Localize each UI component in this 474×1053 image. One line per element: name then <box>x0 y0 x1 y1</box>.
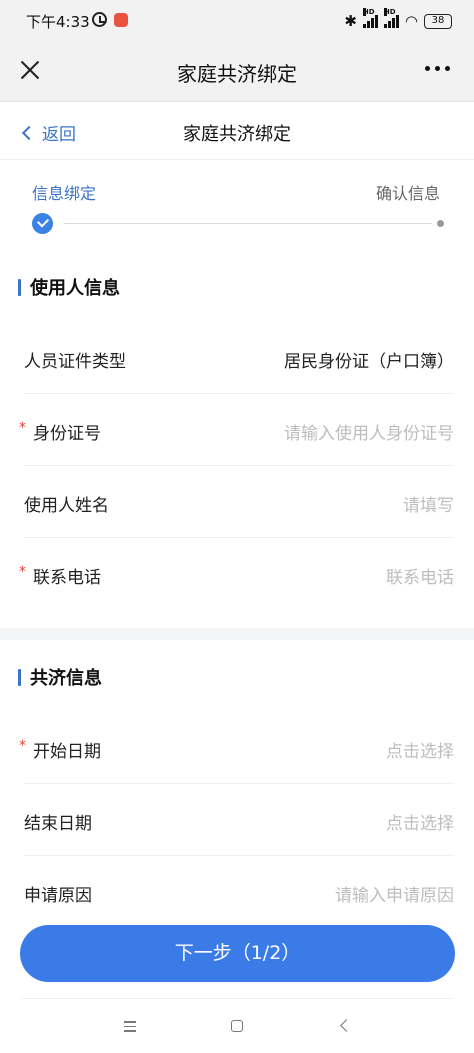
field-label: 人员证件类型 <box>24 352 126 372</box>
more-icon[interactable] <box>425 66 450 71</box>
end-date-row[interactable]: 结束日期 点击选择 <box>24 784 454 856</box>
page-title: 家庭共济绑定 <box>183 124 291 145</box>
title-bar: 家庭共济绑定 <box>0 42 474 102</box>
field-label: 使用人姓名 <box>24 496 109 516</box>
next-step-button[interactable]: 下一步（1/2） <box>20 925 455 982</box>
step-1-label: 信息绑定 <box>32 184 97 203</box>
bottom-divider <box>22 998 452 999</box>
page-header: 返回 家庭共济绑定 <box>0 102 474 160</box>
id-number-input[interactable]: 请输入使用人身份证号 <box>284 419 454 444</box>
required-marker: * <box>19 564 26 580</box>
signal-badge: HD <box>383 8 396 16</box>
wifi-icon: ◠ <box>404 12 418 30</box>
user-name-input[interactable]: 请填写 <box>403 491 454 516</box>
back-icon[interactable] <box>340 1019 353 1032</box>
field-label: 申请原因 <box>24 886 92 906</box>
phone-input[interactable]: 联系电话 <box>386 563 454 588</box>
step-indicator: 信息绑定 确认信息 <box>0 160 474 252</box>
user-info-section: 使用人信息 人员证件类型 居民身份证（户口簿） * 身份证号 请输入使用人身份证… <box>0 252 474 628</box>
id-number-row[interactable]: * 身份证号 请输入使用人身份证号 <box>19 394 454 466</box>
app-notification-icon <box>114 13 128 27</box>
section-title: 共济信息 <box>30 668 102 689</box>
end-date-picker[interactable]: 点击选择 <box>386 809 454 834</box>
section-divider <box>0 628 474 640</box>
section-accent-bar <box>18 668 21 686</box>
field-label: 开始日期 <box>33 742 101 762</box>
status-time: 下午4:33 <box>26 13 90 31</box>
section-heading: 共济信息 <box>18 664 102 690</box>
home-icon[interactable] <box>231 1020 243 1032</box>
id-type-row[interactable]: 人员证件类型 居民身份证（户口簿） <box>24 322 454 394</box>
section-title: 使用人信息 <box>30 278 120 299</box>
start-date-picker[interactable]: 点击选择 <box>386 737 454 762</box>
signal-icon: HD <box>383 8 399 28</box>
step-progress-line <box>64 223 432 224</box>
reason-row[interactable]: 申请原因 请输入申请原因 <box>24 856 454 928</box>
required-marker: * <box>19 738 26 754</box>
system-nav-bar <box>0 1000 474 1053</box>
bluetooth-icon: ✱ <box>344 12 357 30</box>
field-label: 结束日期 <box>24 814 92 834</box>
user-name-row[interactable]: 使用人姓名 请填写 <box>24 466 454 538</box>
signal-badge: HD <box>362 8 375 16</box>
share-info-section: 共济信息 * 开始日期 点击选择 结束日期 点击选择 申请原因 请输入申请原因 <box>0 640 474 920</box>
alarm-icon <box>92 12 107 27</box>
menu-icon[interactable] <box>124 1021 136 1035</box>
field-label: 联系电话 <box>33 568 101 588</box>
step-2-dot <box>437 220 444 227</box>
battery-icon: 38 <box>424 13 452 29</box>
window-title: 家庭共济绑定 <box>177 62 297 86</box>
check-icon <box>32 213 53 234</box>
step-2-label: 确认信息 <box>375 184 440 203</box>
phone-row[interactable]: * 联系电话 联系电话 <box>19 538 454 610</box>
section-heading: 使用人信息 <box>18 274 120 300</box>
section-accent-bar <box>18 278 21 296</box>
id-type-select[interactable]: 居民身份证（户口簿） <box>284 347 454 372</box>
start-date-row[interactable]: * 开始日期 点击选择 <box>19 712 454 784</box>
reason-input[interactable]: 请输入申请原因 <box>335 881 454 906</box>
field-label: 身份证号 <box>33 424 101 444</box>
status-bar: 下午4:33 ✱ HD HD ◠ 38 <box>0 0 474 42</box>
signal-icon: HD <box>362 8 378 28</box>
required-marker: * <box>19 420 26 436</box>
status-icons: ✱ HD HD ◠ 38 <box>344 8 452 31</box>
